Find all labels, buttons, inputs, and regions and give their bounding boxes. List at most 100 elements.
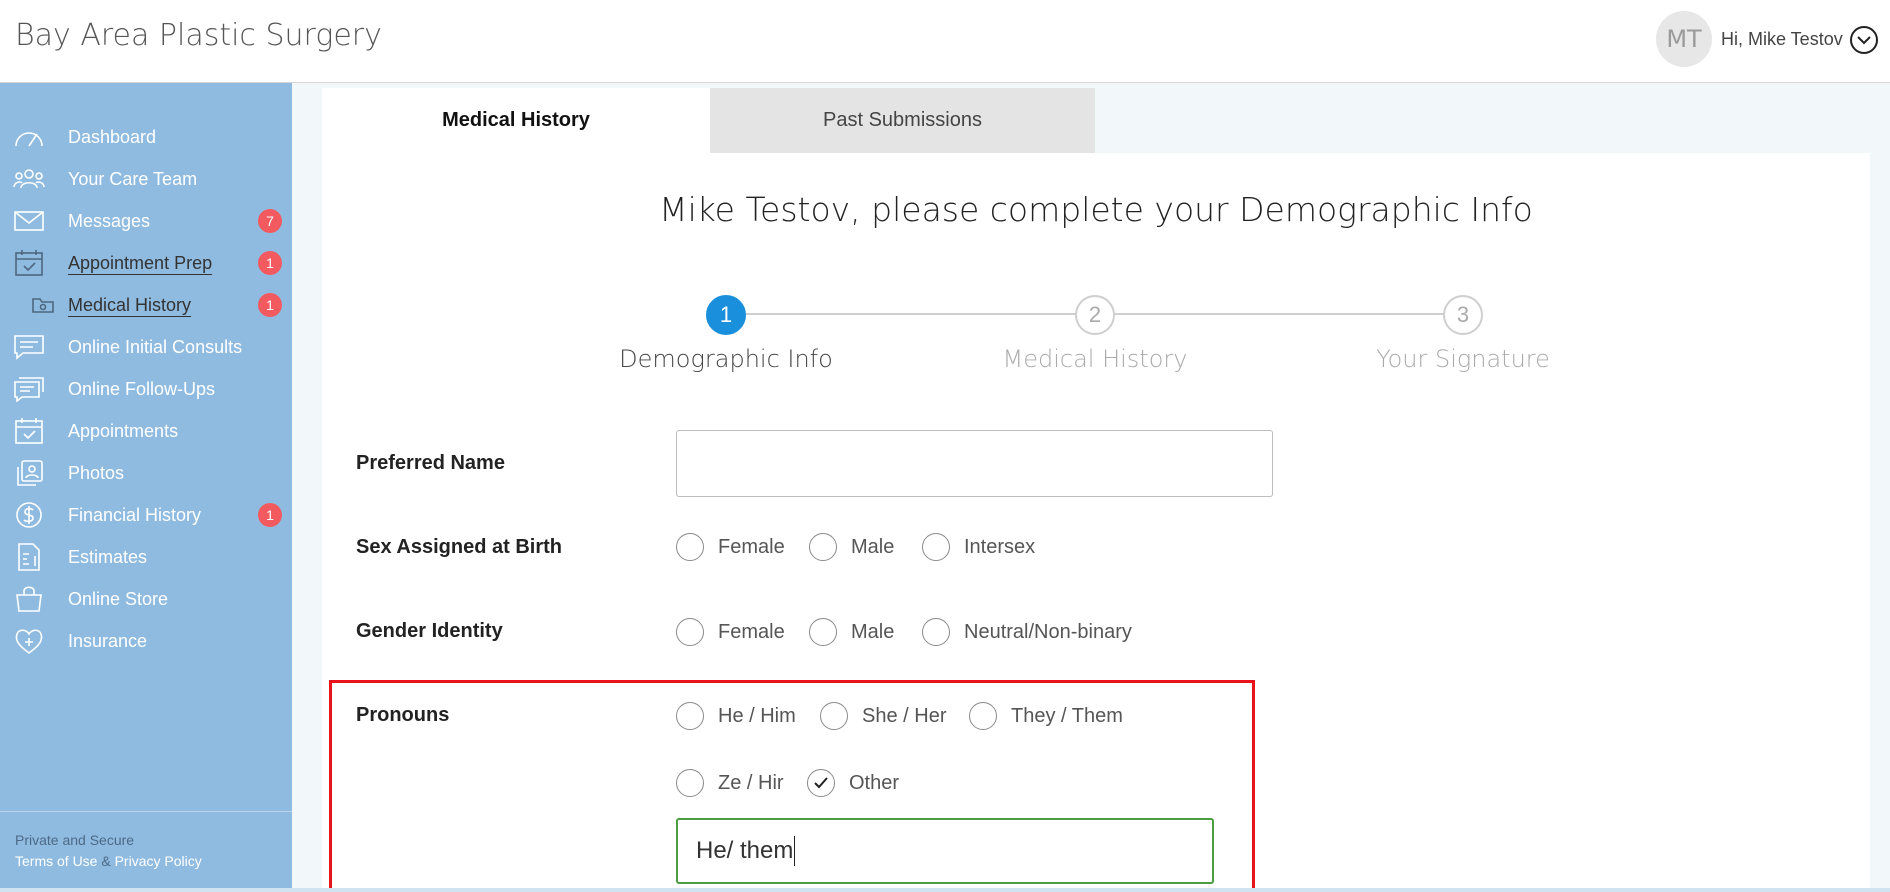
calendar-check-icon [12, 248, 46, 278]
sidebar-item-label: Online Initial Consults [68, 336, 243, 357]
stepper-connector [1114, 313, 1444, 315]
radio-circle[interactable] [676, 769, 704, 797]
step-2-label: Medical History [1002, 345, 1188, 373]
heart-plus-icon [12, 626, 46, 656]
messages-badge: 7 [258, 209, 282, 233]
radio-label: He / Him [718, 704, 796, 727]
radio-circle[interactable] [809, 533, 837, 561]
sidebar-item-dashboard[interactable]: Dashboard [0, 117, 292, 157]
private-secure-text: Private and Secure [15, 832, 135, 848]
radio-label: Ze / Hir [718, 771, 784, 794]
radio-circle[interactable] [676, 618, 704, 646]
radio-label: They / Them [1011, 704, 1123, 727]
sex-at-birth-label: Sex Assigned at Birth [356, 536, 562, 558]
gauge-icon [12, 122, 46, 152]
tab-past-submissions[interactable]: Past Submissions [710, 88, 1095, 153]
appointment-prep-badge: 1 [258, 251, 282, 275]
checkmark-icon [814, 777, 828, 789]
sidebar: Dashboard Your Care Team Messages 7 Appo… [0, 83, 292, 892]
chat-lines-icon [12, 332, 46, 362]
radio-label: Female [718, 535, 785, 558]
pronouns-he-him-radio[interactable]: He / Him [676, 702, 796, 730]
stepper-connector [746, 313, 1076, 315]
dollar-icon [12, 500, 46, 530]
calendar-icon [12, 416, 46, 446]
chevron-down-circle-icon[interactable] [1850, 26, 1878, 54]
sex-at-birth-intersex-radio[interactable]: Intersex [922, 533, 1035, 561]
sex-at-birth-male-radio[interactable]: Male [809, 533, 894, 561]
sex-at-birth-female-radio[interactable]: Female [676, 533, 785, 561]
radio-label: Other [849, 771, 900, 794]
sidebar-item-label: Appointments [68, 420, 179, 441]
folder-icon [26, 290, 60, 320]
sidebar-item-messages[interactable]: Messages 7 [0, 201, 292, 241]
sidebar-item-online-store[interactable]: Online Store [0, 579, 292, 619]
gender-identity-label: Gender Identity [356, 620, 503, 642]
gender-identity-male-radio[interactable]: Male [809, 618, 894, 646]
text-caret [794, 836, 796, 866]
sidebar-item-online-initial-consults[interactable]: Online Initial Consults [0, 327, 292, 367]
gender-identity-nonbinary-radio[interactable]: Neutral/Non-binary [922, 618, 1132, 646]
page-title: Mike Testov, please complete your Demogr… [659, 190, 1533, 229]
radio-circle[interactable] [820, 702, 848, 730]
brand-title[interactable]: Bay Area Plastic Surgery [15, 18, 382, 53]
pronouns-ze-hir-radio[interactable]: Ze / Hir [676, 769, 784, 797]
sidebar-item-photos[interactable]: Photos [0, 453, 292, 493]
radio-label: Intersex [964, 535, 1036, 558]
pronouns-other-value: He/ them [696, 837, 794, 864]
app-header: Bay Area Plastic Surgery MT Hi, Mike Tes… [0, 0, 1890, 83]
sidebar-item-label: Estimates [68, 546, 148, 567]
step-3-circle[interactable]: 3 [1443, 295, 1483, 335]
sidebar-item-financial-history[interactable]: Financial History 1 [0, 495, 292, 535]
sidebar-item-label: Insurance [68, 630, 148, 651]
step-2-circle[interactable]: 2 [1075, 295, 1115, 335]
sidebar-footer: Private and Secure Terms of Use & Privac… [0, 811, 292, 890]
bottom-scroll-edge [0, 888, 1890, 892]
sidebar-item-label: Financial History [68, 504, 202, 525]
radio-circle[interactable] [676, 533, 704, 561]
gender-identity-female-radio[interactable]: Female [676, 618, 785, 646]
user-greeting[interactable]: Hi, Mike Testov [1721, 29, 1843, 50]
radio-circle[interactable] [922, 618, 950, 646]
sidebar-item-medical-history[interactable]: Medical History 1 [0, 285, 292, 325]
avatar[interactable]: MT [1656, 11, 1712, 67]
pronouns-other-radio[interactable]: Other [807, 769, 899, 797]
terms-of-use-link[interactable]: Terms of Use [15, 853, 97, 869]
sidebar-item-insurance[interactable]: Insurance [0, 621, 292, 661]
tab-strip-filler [1095, 88, 1870, 153]
step-1-label: Demographic Info [619, 345, 833, 373]
privacy-policy-link[interactable]: Privacy Policy [115, 853, 202, 869]
envelope-icon [12, 206, 46, 236]
pronouns-they-them-radio[interactable]: They / Them [969, 702, 1123, 730]
radio-label: Female [718, 620, 785, 643]
radio-label: Male [851, 535, 895, 558]
sidebar-item-label: Messages [68, 210, 151, 231]
radio-circle[interactable] [809, 618, 837, 646]
radio-circle-checked[interactable] [807, 769, 835, 797]
pronouns-label: Pronouns [356, 704, 450, 726]
step-1-circle[interactable]: 1 [706, 295, 746, 335]
financial-history-badge: 1 [258, 503, 282, 527]
radio-circle[interactable] [676, 702, 704, 730]
sidebar-item-label: Online Follow-Ups [68, 378, 216, 399]
radio-label: Male [851, 620, 895, 643]
radio-label: Neutral/Non-binary [964, 620, 1132, 643]
radio-circle[interactable] [922, 533, 950, 561]
sidebar-item-care-team[interactable]: Your Care Team [0, 159, 292, 199]
ampersand-text: & [101, 853, 111, 869]
sidebar-item-appointment-prep[interactable]: Appointment Prep 1 [0, 243, 292, 283]
tab-medical-history[interactable]: Medical History [322, 88, 710, 153]
sidebar-item-online-follow-ups[interactable]: Online Follow-Ups [0, 369, 292, 409]
pronouns-she-her-radio[interactable]: She / Her [820, 702, 946, 730]
shopping-bag-icon [12, 584, 46, 614]
sidebar-item-appointments[interactable]: Appointments [0, 411, 292, 451]
people-icon [12, 164, 46, 194]
pronouns-other-input[interactable]: He/ them [676, 818, 1214, 884]
chat-stack-icon [12, 374, 46, 404]
sidebar-item-estimates[interactable]: Estimates [0, 537, 292, 577]
radio-circle[interactable] [969, 702, 997, 730]
preferred-name-input[interactable] [676, 430, 1273, 497]
sidebar-item-label: Appointment Prep [68, 252, 213, 273]
medical-history-badge: 1 [258, 293, 282, 317]
sidebar-item-label: Your Care Team [68, 168, 198, 189]
